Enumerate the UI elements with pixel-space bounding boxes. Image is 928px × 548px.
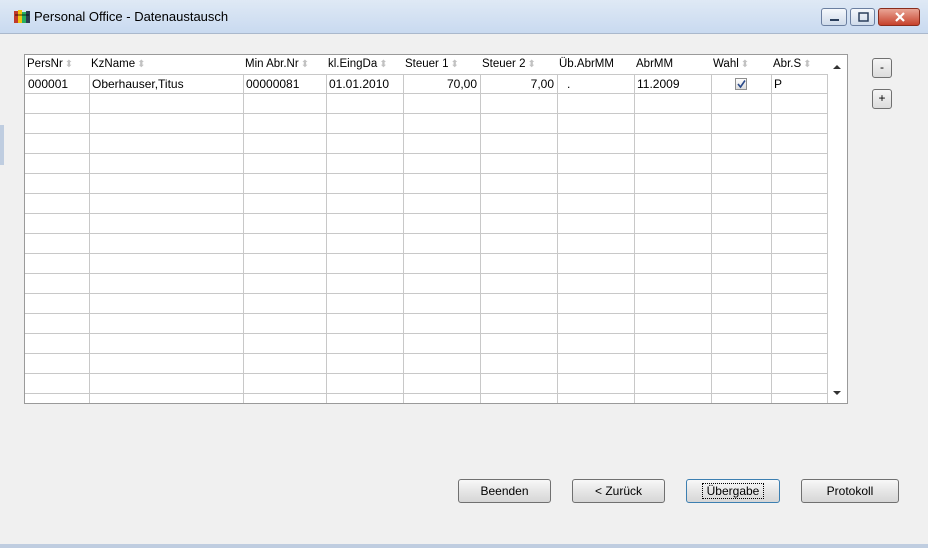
vertical-scrollbar[interactable]: [828, 55, 847, 403]
grid-row-divider: [25, 233, 828, 234]
grid-row-divider: [25, 153, 828, 154]
scroll-down-icon[interactable]: [832, 389, 842, 397]
title-bar[interactable]: Personal Office - Datenaustausch: [0, 0, 928, 34]
back-button[interactable]: < Zurück: [572, 479, 665, 503]
sort-arrows-icon[interactable]: ⬍: [301, 59, 309, 70]
grid-row-divider: [25, 273, 828, 274]
uebergabe-button[interactable]: Übergabe: [686, 479, 780, 503]
minimize-icon: [830, 19, 839, 21]
beenden-button[interactable]: Beenden: [458, 479, 551, 503]
grid-row-divider: [25, 173, 828, 174]
column-header-abr-s[interactable]: Abr.S ⬍: [771, 55, 828, 74]
cell-kzname[interactable]: Oberhauser,Titus: [89, 75, 243, 93]
grid-row-divider: [25, 313, 828, 314]
grid-row-divider: [25, 193, 828, 194]
minimize-button[interactable]: [821, 8, 847, 26]
column-header-steuer1[interactable]: Steuer 1 ⬍: [403, 55, 480, 74]
grid-row-divider: [25, 353, 828, 354]
grid-row-divider: [25, 213, 828, 214]
grid-column-divider: [89, 74, 90, 403]
add-row-button[interactable]: +: [872, 89, 892, 109]
grid-column-divider: [771, 74, 772, 403]
column-header-steuer2[interactable]: Steuer 2 ⬍: [480, 55, 557, 74]
grid-row-divider: [25, 93, 828, 94]
grid-row-divider: [25, 133, 828, 134]
grid-column-divider: [557, 74, 558, 403]
window-bottom-border: [0, 544, 928, 548]
checkmark-icon: [737, 80, 746, 89]
data-grid[interactable]: PersNr ⬍ KzName ⬍ Min Abr.Nr ⬍ kl.EingDa ⬍ S…: [24, 54, 848, 404]
grid-row-divider: [25, 113, 828, 114]
cell-ueb-abrmm[interactable]: .: [557, 75, 634, 93]
column-header-kl-eingda[interactable]: kl.EingDa ⬍: [326, 55, 403, 74]
close-button[interactable]: [878, 8, 920, 26]
sort-arrows-icon[interactable]: ⬍: [379, 59, 387, 70]
sort-arrows-icon[interactable]: ⬍: [65, 59, 73, 70]
maximize-icon: [858, 12, 869, 22]
column-header-ueb-abrmm[interactable]: Üb.AbrMM: [557, 55, 634, 74]
close-icon: [895, 12, 905, 22]
grid-column-divider: [480, 74, 481, 403]
cell-abrmm[interactable]: 11.2009: [634, 75, 711, 93]
grid-column-divider: [243, 74, 244, 403]
grid-row-divider: [25, 293, 828, 294]
grid-row-divider: [25, 333, 828, 334]
remove-row-button[interactable]: -: [872, 58, 892, 78]
grid-column-divider: [403, 74, 404, 403]
grid-column-divider: [326, 74, 327, 403]
scroll-up-icon[interactable]: [832, 63, 842, 71]
wahl-checkbox[interactable]: [735, 78, 747, 90]
column-header-persnr[interactable]: PersNr ⬍: [25, 55, 89, 74]
protokoll-button[interactable]: Protokoll: [801, 479, 899, 503]
grid-row-divider: [25, 253, 828, 254]
column-header-kzname[interactable]: KzName ⬍: [89, 55, 243, 74]
column-header-min-abr-nr[interactable]: Min Abr.Nr ⬍: [243, 55, 326, 74]
column-header-abrmm[interactable]: AbrMM: [634, 55, 711, 74]
cell-steuer2[interactable]: 7,00: [480, 75, 557, 93]
cell-min-abr-nr[interactable]: 00000081: [243, 75, 326, 93]
cell-steuer1[interactable]: 70,00: [403, 75, 480, 93]
application-window: Personal Office - Datenaustausch PersNr ⬍…: [0, 0, 928, 548]
cell-abr-s[interactable]: P: [771, 75, 828, 93]
grid-header: PersNr ⬍ KzName ⬍ Min Abr.Nr ⬍ kl.EingDa ⬍ S…: [25, 55, 828, 75]
grid-column-divider: [711, 74, 712, 403]
cell-persnr[interactable]: 000001: [25, 75, 89, 93]
maximize-button[interactable]: [850, 8, 875, 26]
sort-arrows-icon[interactable]: ⬍: [450, 59, 458, 70]
window-edge-accent: [0, 125, 4, 165]
app-icon: [14, 10, 30, 24]
sort-arrows-icon[interactable]: ⬍: [527, 59, 535, 70]
grid-row-divider: [25, 373, 828, 374]
sort-arrows-icon[interactable]: ⬍: [741, 59, 749, 70]
uebergabe-label: Übergabe: [701, 483, 765, 499]
sort-arrows-icon[interactable]: ⬍: [137, 59, 145, 70]
column-header-wahl[interactable]: Wahl ⬍: [711, 55, 771, 74]
grid-column-divider: [634, 74, 635, 403]
cell-kl-eingda[interactable]: 01.01.2010: [326, 75, 403, 93]
window-title: Personal Office - Datenaustausch: [34, 9, 229, 24]
grid-row-divider: [25, 393, 828, 394]
sort-arrows-icon[interactable]: ⬍: [803, 59, 811, 70]
